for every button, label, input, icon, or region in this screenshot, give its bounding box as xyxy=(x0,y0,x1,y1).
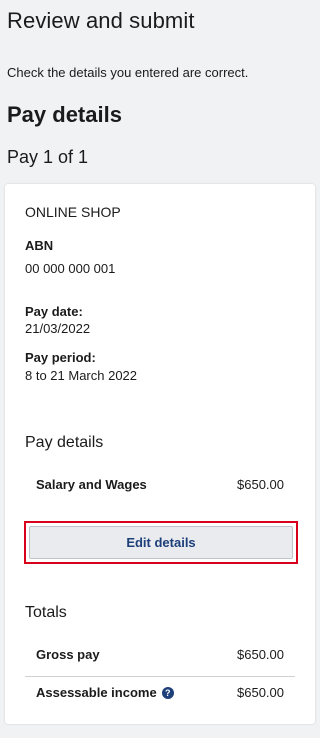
section-title: Pay details xyxy=(7,102,122,127)
gross-pay-label: Gross pay xyxy=(36,647,100,662)
assessable-income-text: Assessable income xyxy=(36,685,157,700)
totals-heading: Totals xyxy=(25,604,67,621)
pay-period-label: Pay period: xyxy=(25,350,96,365)
pay-count: Pay 1 of 1 xyxy=(7,147,89,167)
salary-label: Salary and Wages xyxy=(36,477,147,492)
employer-name: ONLINE SHOP xyxy=(25,204,121,220)
assessable-income-amount: $650.00 xyxy=(237,685,284,700)
assessable-income-row: Assessable income? $650.00 xyxy=(25,681,295,705)
gross-pay-row: Gross pay $650.00 xyxy=(25,643,295,667)
pay-card: ONLINE SHOP ABN 00 000 000 001 Pay date:… xyxy=(5,184,315,724)
totals-divider xyxy=(25,676,295,677)
abn-value: 00 000 000 001 xyxy=(25,261,116,276)
pay-date-value: 21/03/2022 xyxy=(25,321,91,336)
edit-highlight: Edit details xyxy=(24,521,298,564)
salary-amount: $650.00 xyxy=(237,477,284,492)
salary-row: Salary and Wages $650.00 xyxy=(25,473,295,497)
pay-details-heading: Pay details xyxy=(25,434,104,451)
abn-label: ABN xyxy=(25,238,54,253)
assessable-income-label: Assessable income? xyxy=(36,685,174,700)
pay-date-label: Pay date: xyxy=(25,304,83,319)
question-circle-icon[interactable]: ? xyxy=(161,687,174,699)
gross-pay-amount: $650.00 xyxy=(237,647,284,662)
intro-text: Check the details you entered are correc… xyxy=(7,65,249,80)
page-title: Review and submit xyxy=(7,8,195,33)
edit-details-button[interactable]: Edit details xyxy=(29,526,293,559)
pay-period-value: 8 to 21 March 2022 xyxy=(25,368,138,383)
